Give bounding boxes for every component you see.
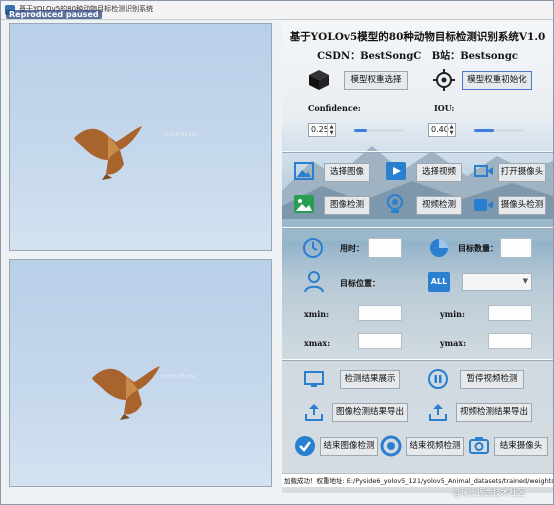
confidence-slider[interactable] [354, 129, 404, 132]
author-line: CSDN：BestSongC B站：Bestsongc [282, 47, 553, 62]
ymin-label: ymin: [440, 309, 465, 319]
webcam-icon [387, 194, 403, 213]
gallery-icon [294, 195, 314, 213]
result-image-preview: bird 0.93 kite [9, 259, 272, 487]
stop-circle-icon [380, 435, 402, 457]
time-label: 用时： [340, 243, 364, 253]
bili-value: Bestsongc [460, 51, 518, 62]
check-circle-icon [295, 436, 315, 456]
system-title: 基于YOLOv5模型的80种动物目标检测识别系统V1.0 [289, 31, 546, 43]
target-select-dropdown[interactable]: ▼ [462, 273, 532, 291]
video-icon [386, 162, 406, 180]
status-bar: 加载成功！权重地址: E:/Pyside6_yolov5_121/yolov5_… [282, 473, 553, 487]
upload-icon [305, 404, 323, 421]
divider [282, 151, 553, 152]
export-video-results-button[interactable]: 视频检测结果导出 [456, 403, 532, 422]
overlay-label: Reproduced paused [6, 10, 102, 19]
iou-spinbox[interactable]: 0.40 ▲ ▼ [428, 123, 456, 137]
time-value-field [368, 238, 402, 258]
confidence-spinbox[interactable]: 0.25 ▲ ▼ [308, 123, 336, 137]
ymax-field [488, 333, 532, 349]
csdn-label: CSDN： [317, 51, 361, 62]
crosshair-icon [433, 69, 455, 91]
camera-off-icon [469, 437, 489, 454]
select-image-button[interactable]: 选择图像 [324, 163, 370, 182]
pause-icon [428, 369, 448, 389]
spin-arrows-icon[interactable]: ▲ ▼ [447, 124, 455, 136]
chevron-down-icon: ▼ [522, 277, 528, 285]
bird-image [74, 126, 142, 180]
pause-video-button[interactable]: 暂停视频检测 [460, 370, 524, 389]
clock-icon [303, 238, 323, 258]
iou-slider[interactable] [474, 129, 524, 132]
user-icon [304, 271, 324, 293]
ymin-field [488, 305, 532, 321]
end-image-detect-button[interactable]: 结束图像检测 [320, 437, 378, 456]
bird-image [92, 366, 160, 420]
open-camera-button[interactable]: 打开摄像头 [498, 163, 546, 182]
camera-detect-button[interactable]: 摄像头检测 [498, 196, 546, 215]
init-weights-button[interactable]: 模型权重初始化 [462, 71, 532, 90]
divider [282, 359, 553, 360]
select-weights-button[interactable]: 模型权重选择 [344, 71, 408, 90]
display-icon [304, 371, 324, 387]
pie-chart-icon [430, 239, 448, 257]
select-video-button[interactable]: 选择视频 [416, 163, 462, 182]
xmax-label: xmax: [304, 338, 331, 348]
divider [282, 227, 553, 228]
watermark: @稀土掘金技术社区 [453, 488, 525, 497]
ymax-label: ymax: [440, 338, 467, 348]
csdn-value: BestSongC [360, 51, 422, 62]
iou-slider-fill [474, 129, 494, 132]
detection-label: bird 0.93 kite [162, 374, 196, 380]
camcorder-icon [474, 199, 493, 211]
bili-label: B站： [431, 51, 461, 62]
confidence-slider-fill [354, 129, 367, 132]
show-results-button[interactable]: 检测结果展示 [340, 370, 400, 389]
target-count-field [500, 238, 532, 258]
confidence-label: Confidence: [308, 103, 361, 113]
end-video-detect-button[interactable]: 结束视频检测 [406, 437, 464, 456]
spin-arrows-icon[interactable]: ▲ ▼ [327, 124, 335, 136]
target-count-label: 目标数量： [458, 243, 498, 253]
iou-label: IOU: [434, 103, 455, 113]
all-icon: ALL [428, 272, 450, 292]
image-icon [294, 162, 314, 180]
xmax-field [358, 333, 402, 349]
original-image-preview: bird 0.93 kite [9, 23, 272, 251]
export-image-results-button[interactable]: 图像检测结果导出 [332, 403, 408, 422]
background-mountains [282, 146, 553, 241]
target-position-label: 目标位置： [340, 278, 380, 288]
xmin-field [358, 305, 402, 321]
detection-label: bird 0.93 kite [165, 132, 199, 138]
camera-icon [474, 165, 493, 177]
end-camera-button[interactable]: 结束摄像头 [494, 437, 548, 456]
xmin-label: xmin: [304, 309, 330, 319]
app-window: 基于YOLOv5的80种动物目标检测识别系统 Reproduced paused… [0, 0, 554, 505]
image-detect-button[interactable]: 图像检测 [324, 196, 370, 215]
control-panel: 基于YOLOv5模型的80种动物目标检测识别系统V1.0 CSDN：BestSo… [282, 21, 553, 493]
upload-icon [429, 404, 447, 421]
title-bar: 基于YOLOv5的80种动物目标检测识别系统 Reproduced paused [1, 1, 553, 20]
video-detect-button[interactable]: 视频检测 [416, 196, 462, 215]
cube-icon [309, 70, 329, 90]
